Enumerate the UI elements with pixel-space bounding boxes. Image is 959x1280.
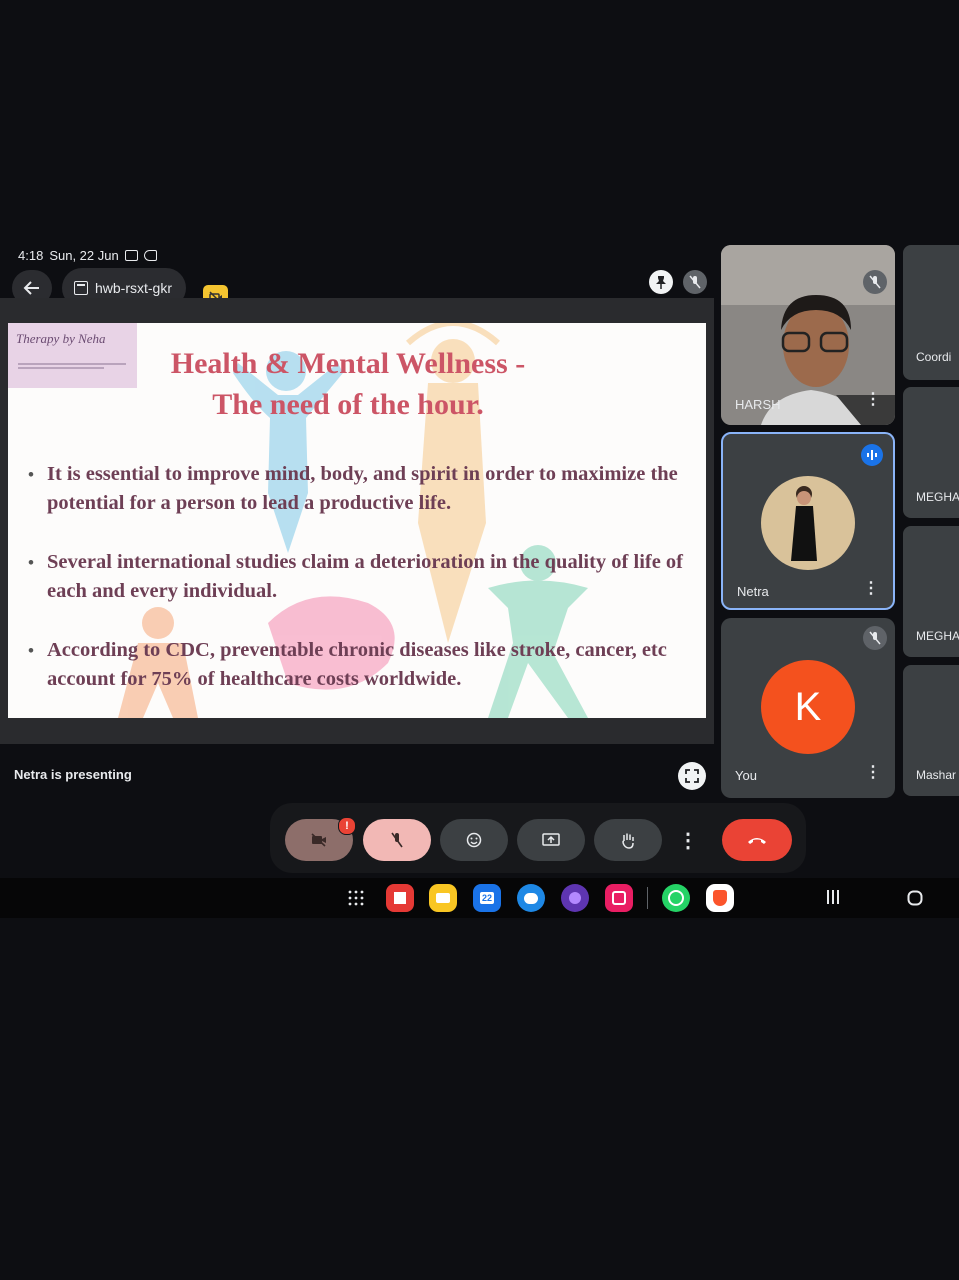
raise-hand-icon: [622, 833, 634, 849]
emoji-icon: [466, 832, 482, 848]
calendar-day: 22: [479, 892, 494, 904]
bullet-text: According to CDC, preventable chronic di…: [47, 639, 667, 690]
side-participant-tile[interactable]: MEGHA: [903, 526, 959, 657]
pin-icon: [656, 276, 666, 289]
participant-tile-you[interactable]: K You ⋮: [721, 618, 895, 798]
screen-recorder-app-icon[interactable]: [605, 884, 633, 912]
raise-hand-button[interactable]: [594, 819, 662, 861]
calendar-app-icon[interactable]: 22: [473, 884, 501, 912]
taskbar-divider: [647, 887, 648, 909]
end-call-icon: [748, 838, 766, 844]
notes-app-icon[interactable]: [429, 884, 457, 912]
brave-app-icon[interactable]: [706, 884, 734, 912]
side-participant-tile[interactable]: Mashar: [903, 665, 959, 796]
more-vert-icon[interactable]: ⋮: [863, 581, 879, 597]
more-options-button[interactable]: ⋮: [670, 819, 706, 861]
logo-tagline: [18, 361, 126, 371]
status-date: Sun, 22 Jun: [49, 248, 119, 263]
side-participant-tile[interactable]: MEGHA: [903, 387, 959, 518]
flipboard-app-icon[interactable]: [386, 884, 414, 912]
bullet-text: Several international studies claim a de…: [47, 551, 684, 602]
slide-title: Health & Mental Wellness - The need of t…: [128, 343, 568, 425]
mic-toggle-button[interactable]: [363, 819, 431, 861]
participant-name: You: [735, 768, 757, 783]
app-grid-icon[interactable]: [348, 890, 364, 911]
slide-logo: Therapy by Neha: [8, 323, 137, 388]
mic-off-icon: [689, 275, 701, 289]
home-icon[interactable]: [907, 890, 923, 911]
status-time: 4:18: [18, 248, 44, 263]
mic-off-icon: [391, 832, 403, 848]
bullet-text: It is essential to improve mind, body, a…: [47, 463, 678, 514]
avatar: [761, 476, 855, 570]
present-button[interactable]: [517, 819, 585, 861]
slide-bullet: • According to CDC, preventable chronic d…: [28, 636, 706, 694]
more-vert-icon[interactable]: ⋮: [865, 392, 881, 408]
camera-off-icon: [311, 833, 326, 847]
logo-text: Therapy by Neha: [16, 331, 106, 346]
back-arrow-icon: [23, 281, 39, 295]
mic-off-icon: [869, 275, 881, 289]
slide-bullet: • It is essential to improve mind, body, …: [28, 460, 706, 518]
galaxy-app-icon[interactable]: [561, 884, 589, 912]
presenting-label: Netra is presenting: [14, 767, 132, 782]
reactions-button[interactable]: [440, 819, 508, 861]
mic-off-icon: [869, 631, 881, 645]
participant-name: MEGHA: [916, 629, 959, 643]
more-vert-icon: ⋮: [678, 829, 698, 852]
shared-slide: Therapy by Neha Health & Mental Wellness…: [8, 323, 706, 718]
side-participant-tile[interactable]: Coordi: [903, 245, 959, 380]
slide-bullet: • Several international studies claim a d…: [28, 548, 706, 606]
control-tray: ! ⋮: [270, 803, 806, 873]
participant-muted-indicator: [863, 626, 887, 650]
camera-alert-badge: !: [338, 817, 356, 835]
fullscreen-button[interactable]: [678, 762, 706, 790]
more-vert-icon[interactable]: ⋮: [865, 765, 881, 781]
meeting-code: hwb-rsxt-gkr: [95, 280, 173, 296]
pin-button[interactable]: [649, 270, 673, 294]
participant-name: Netra: [737, 584, 769, 599]
screen-record-icon: [143, 250, 157, 261]
participant-muted-indicator: [863, 270, 887, 294]
participant-name: Mashar: [916, 768, 957, 782]
participant-tile-harsh[interactable]: HARSH ⋮: [721, 245, 895, 425]
audio-level-icon: [867, 450, 877, 460]
speaking-indicator: [861, 444, 883, 466]
slide-title-line2: The need of the hour.: [212, 388, 484, 421]
calendar-icon: [74, 281, 88, 295]
participant-name: MEGHA: [916, 490, 959, 504]
avatar: K: [761, 660, 855, 754]
recents-icon[interactable]: [826, 889, 840, 910]
fullscreen-icon: [685, 769, 699, 783]
whatsapp-app-icon[interactable]: [662, 884, 690, 912]
participant-name: HARSH: [735, 397, 781, 412]
participant-tile-netra[interactable]: Netra ⋮: [721, 432, 895, 610]
slide-title-line1: Health & Mental Wellness -: [170, 347, 526, 380]
presenter-mute-indicator: [683, 270, 707, 294]
present-icon: [542, 833, 560, 846]
messages-app-icon[interactable]: [517, 884, 545, 912]
end-call-button[interactable]: [722, 819, 792, 861]
status-bar: 4:18 Sun, 22 Jun: [18, 248, 157, 263]
gallery-icon: [124, 250, 138, 261]
participant-name: Coordi: [916, 350, 952, 364]
